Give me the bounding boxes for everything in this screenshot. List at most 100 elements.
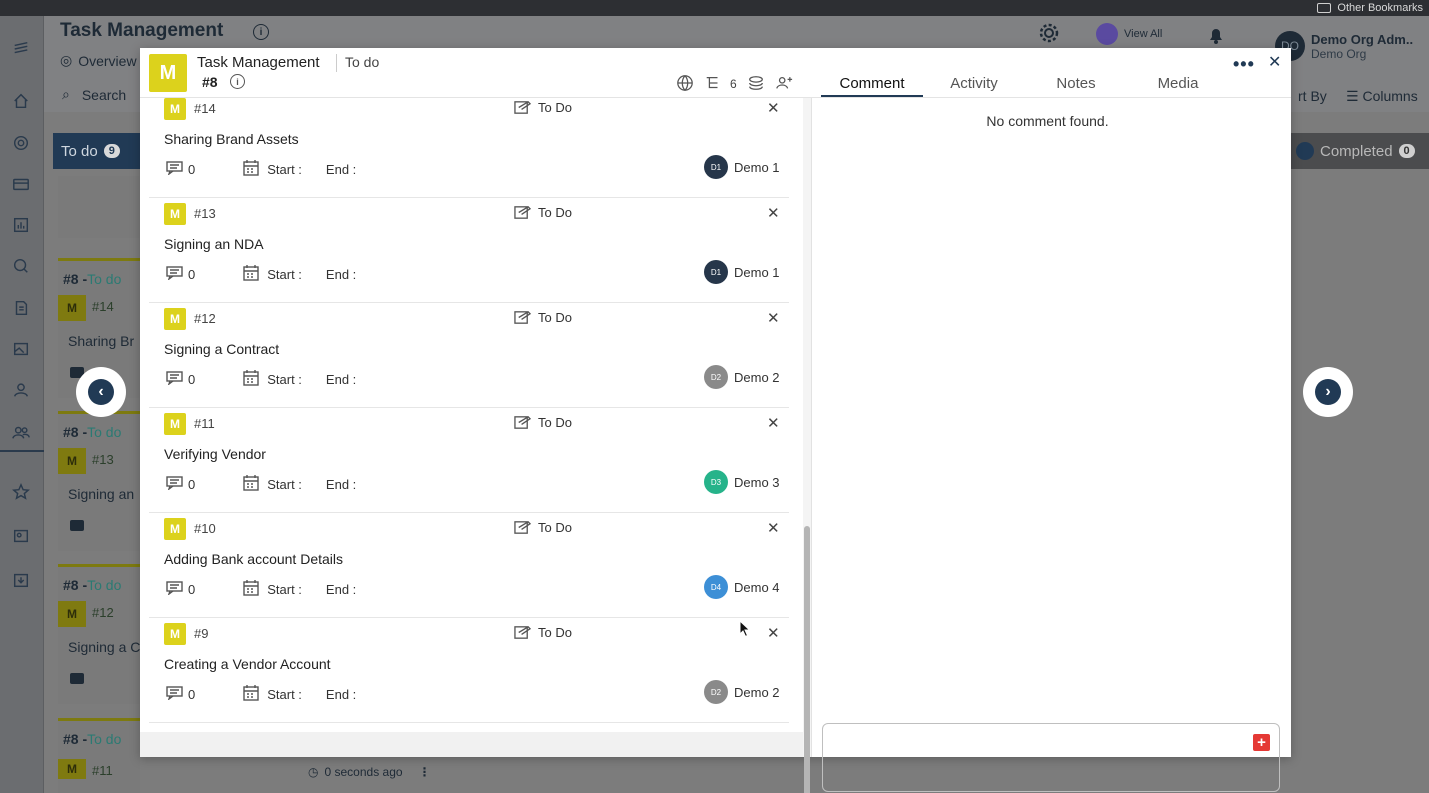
remove-icon[interactable]: ✕ xyxy=(767,309,780,327)
view-all-button[interactable]: View All xyxy=(1096,23,1162,45)
bell-icon[interactable] xyxy=(1205,24,1227,46)
assignee[interactable]: D2 Demo 2 xyxy=(704,680,780,704)
sort-by-button[interactable]: rt By xyxy=(1298,88,1327,104)
card-icon[interactable] xyxy=(10,173,32,195)
task-status-select[interactable]: To Do xyxy=(513,414,572,431)
task-badge: M xyxy=(164,413,186,435)
board-card[interactable]: #8 -To do M #12 Signing a C xyxy=(58,564,140,704)
tab-overview[interactable]: ◎ Overview xyxy=(60,52,137,69)
assignee[interactable]: D3 Demo 3 xyxy=(704,470,780,494)
list-item[interactable]: M #14 To Do ✕ Sharing Brand Assets 0 Sta… xyxy=(149,98,789,198)
home-icon[interactable] xyxy=(10,90,32,112)
assignee[interactable]: D2 Demo 2 xyxy=(704,365,780,389)
task-status-select[interactable]: To Do xyxy=(513,204,572,221)
calendar-icon[interactable] xyxy=(242,684,260,705)
avatar: D2 xyxy=(704,680,728,704)
calendar-icon[interactable] xyxy=(242,474,260,495)
board-card[interactable]: #8 -To do M #11 xyxy=(58,718,140,793)
assignee[interactable]: D4 Demo 4 xyxy=(704,575,780,599)
calendar-icon[interactable] xyxy=(242,159,260,180)
remove-icon[interactable]: ✕ xyxy=(767,519,780,537)
star-icon[interactable] xyxy=(10,481,32,503)
remove-icon[interactable]: ✕ xyxy=(767,204,780,222)
comment-icon xyxy=(70,520,84,531)
target-icon[interactable] xyxy=(10,132,32,154)
list-item[interactable]: M #12 To Do ✕ Signing a Contract 0 Start… xyxy=(149,303,789,408)
task-status[interactable]: To do xyxy=(345,54,379,70)
end-label: End : xyxy=(325,162,357,177)
column-header-completed[interactable]: Completed 0 xyxy=(1290,133,1429,169)
prev-task-button[interactable]: ‹ xyxy=(76,367,126,417)
list-item[interactable]: M #9 To Do ✕ Creating a Vendor Account 0… xyxy=(149,618,789,723)
search-input[interactable]: Search xyxy=(82,87,126,103)
task-status-select[interactable]: To Do xyxy=(513,99,572,116)
archive-icon[interactable] xyxy=(10,569,32,591)
globe-icon[interactable] xyxy=(676,74,696,94)
task-name[interactable]: Signing an NDA xyxy=(164,236,264,252)
avatar: D4 xyxy=(704,575,728,599)
add-attachment-icon[interactable]: + xyxy=(1253,734,1270,751)
gear-icon[interactable] xyxy=(1038,22,1060,44)
task-status-select[interactable]: To Do xyxy=(513,519,572,536)
list-item[interactable]: M #13 To Do ✕ Signing an NDA 0 Start : E… xyxy=(149,198,789,303)
list-item[interactable]: M #11 To Do ✕ Verifying Vendor 0 Start :… xyxy=(149,408,789,513)
other-bookmarks[interactable]: Other Bookmarks xyxy=(1317,0,1423,16)
remove-icon[interactable]: ✕ xyxy=(767,624,780,642)
support-icon[interactable] xyxy=(10,255,32,277)
layers-icon[interactable] xyxy=(747,74,767,94)
modal-header: M Task Management To do #8 i 6 Comment A… xyxy=(140,48,1291,98)
columns-button[interactable]: ☰ Columns xyxy=(1346,88,1418,105)
tab-media[interactable]: Media xyxy=(1127,75,1229,97)
tab-notes[interactable]: Notes xyxy=(1025,75,1127,97)
scrollbar-thumb[interactable] xyxy=(804,526,810,793)
task-name[interactable]: Sharing Brand Assets xyxy=(164,131,299,147)
start-label: Start : xyxy=(267,477,302,492)
start-label: Start : xyxy=(267,267,302,282)
kebab-icon[interactable]: ⋮ xyxy=(419,765,431,779)
assign-user-icon[interactable] xyxy=(775,74,795,94)
task-status-text: To Do xyxy=(538,310,572,325)
list-item[interactable]: M #10 To Do ✕ Adding Bank account Detail… xyxy=(149,513,789,618)
task-name[interactable]: Creating a Vendor Account xyxy=(164,656,331,672)
comment-input[interactable] xyxy=(822,723,1280,792)
info-icon[interactable]: i xyxy=(253,24,269,40)
tab-activity[interactable]: Activity xyxy=(923,75,1025,97)
info-icon[interactable]: i xyxy=(230,74,245,89)
subtasks-icon[interactable] xyxy=(704,74,724,94)
remove-icon[interactable]: ✕ xyxy=(767,414,780,432)
search-box[interactable]: ⌕ Search xyxy=(62,86,126,103)
next-task-button[interactable]: › xyxy=(1303,367,1353,417)
assignee[interactable]: D1 Demo 1 xyxy=(704,260,780,284)
assignee-name: Demo 2 xyxy=(734,369,780,385)
end-label: End : xyxy=(325,582,357,597)
board-card[interactable]: #8 -To do M #13 Signing an xyxy=(58,411,140,551)
task-name[interactable]: Signing a Contract xyxy=(164,341,279,357)
user-menu[interactable]: DO Demo Org Adm.. Demo Org xyxy=(1275,31,1413,61)
app-logo-icon[interactable] xyxy=(10,38,32,60)
assignee[interactable]: D1 Demo 1 xyxy=(704,155,780,179)
calendar-icon[interactable] xyxy=(242,579,260,600)
card-id: #13 xyxy=(92,452,114,467)
chart-icon[interactable] xyxy=(10,214,32,236)
gallery2-icon[interactable] xyxy=(10,525,32,547)
remove-icon[interactable]: ✕ xyxy=(767,99,780,117)
calendar-icon[interactable] xyxy=(242,264,260,285)
project-name[interactable]: Task Management xyxy=(197,54,320,71)
task-status-select[interactable]: To Do xyxy=(513,309,572,326)
more-options-icon[interactable]: ••• xyxy=(1233,54,1255,75)
document-icon[interactable] xyxy=(10,297,32,319)
task-name[interactable]: Adding Bank account Details xyxy=(164,551,343,567)
calendar-icon[interactable] xyxy=(242,369,260,390)
comment-count: 0 xyxy=(188,162,196,177)
column-header-todo[interactable]: To do 9 xyxy=(53,133,141,169)
tab-comment[interactable]: Comment xyxy=(821,75,923,97)
card-badge: M xyxy=(58,448,86,474)
team-icon[interactable] xyxy=(10,421,32,443)
gallery-icon[interactable] xyxy=(10,338,32,360)
task-status-select[interactable]: To Do xyxy=(513,624,572,641)
scrollbar[interactable] xyxy=(803,98,811,793)
task-name[interactable]: Verifying Vendor xyxy=(164,446,266,462)
close-icon[interactable]: ✕ xyxy=(1268,52,1281,72)
task-id: #10 xyxy=(194,521,216,536)
user-icon[interactable] xyxy=(10,379,32,401)
